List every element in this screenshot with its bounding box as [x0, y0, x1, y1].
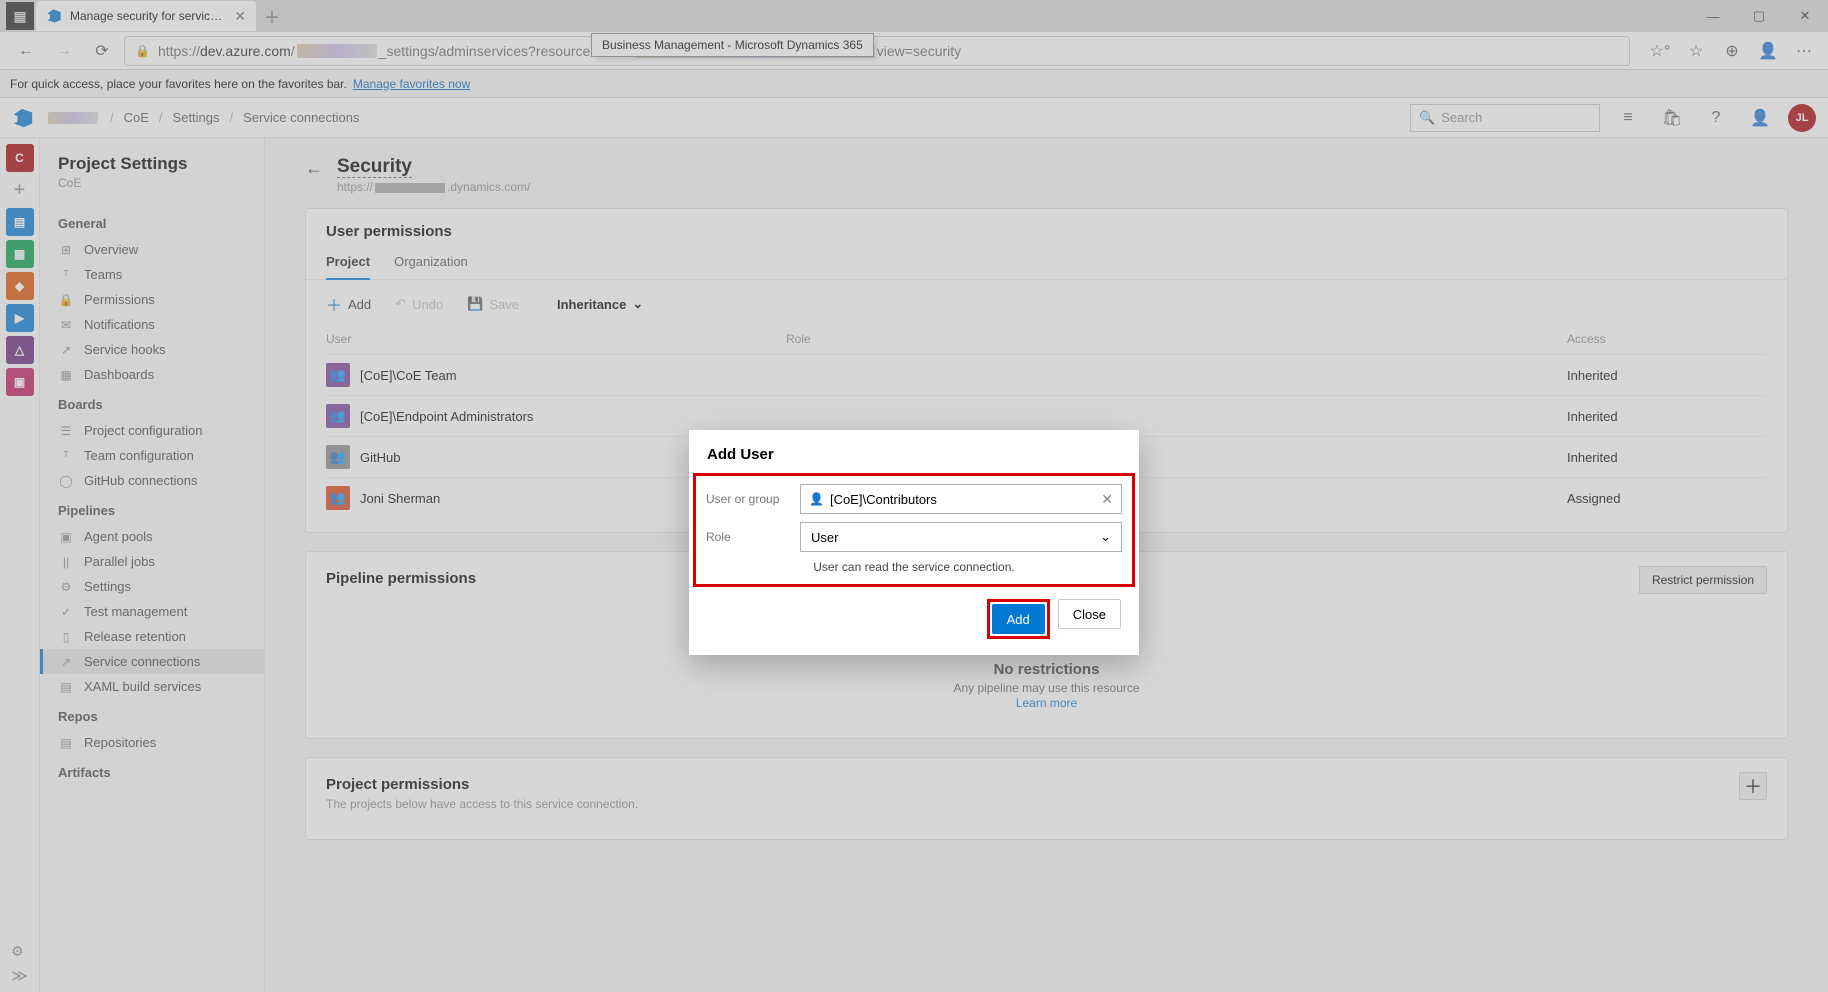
user-group-label: User or group: [706, 492, 790, 506]
role-select[interactable]: User ⌄: [800, 522, 1122, 552]
dialog-close-button[interactable]: Close: [1058, 599, 1121, 629]
person-icon: 👤: [809, 492, 824, 506]
dialog-title: Add User: [689, 430, 1139, 473]
role-label: Role: [706, 530, 790, 544]
user-group-value: [CoE]\Contributors: [830, 492, 937, 507]
role-value: User: [811, 530, 838, 545]
chevron-down-icon: ⌄: [1100, 529, 1111, 545]
dialog-add-button[interactable]: Add: [992, 604, 1045, 634]
user-group-input[interactable]: 👤 [CoE]\Contributors ✕: [800, 484, 1122, 514]
role-hint: User can read the service connection.: [706, 560, 1122, 574]
clear-input-button[interactable]: ✕: [1101, 491, 1113, 508]
modal-overlay: Add User User or group 👤 [CoE]\Contribut…: [0, 0, 1828, 992]
add-user-dialog: Add User User or group 👤 [CoE]\Contribut…: [689, 430, 1139, 655]
